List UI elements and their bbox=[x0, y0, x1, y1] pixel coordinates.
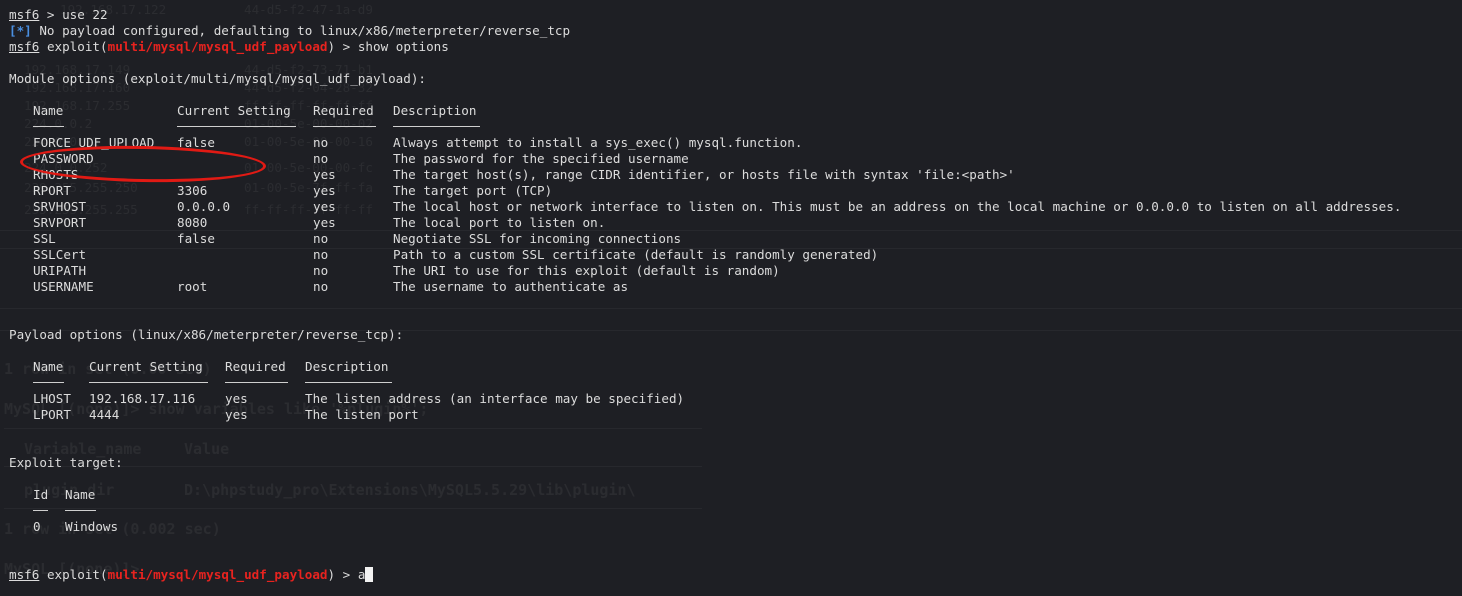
column-header-description: Description bbox=[305, 359, 389, 374]
option-description: The listen port bbox=[305, 407, 419, 422]
column-header-name: Name bbox=[33, 359, 64, 374]
target-id: 0 bbox=[33, 519, 41, 534]
option-required: yes bbox=[313, 183, 336, 198]
exploit-target-heading: Exploit target: bbox=[9, 455, 123, 470]
option-description: Path to a custom SSL certificate (defaul… bbox=[393, 247, 879, 262]
option-required: yes bbox=[225, 407, 248, 422]
option-value: root bbox=[177, 279, 208, 294]
column-header-required: Required bbox=[313, 103, 374, 118]
option-required: no bbox=[313, 151, 329, 166]
option-name: URIPATH bbox=[33, 263, 87, 278]
option-name: SRVPORT bbox=[33, 215, 87, 230]
option-required: yes bbox=[313, 167, 336, 182]
column-header-description: Description bbox=[393, 103, 477, 118]
option-value: 3306 bbox=[177, 183, 208, 198]
option-description: The local host or network interface to l… bbox=[393, 199, 1402, 214]
command-line-show-options: msf6 exploit(multi/mysql/mysql_udf_paylo… bbox=[9, 39, 449, 55]
prompt-module: multi/mysql/mysql_udf_payload bbox=[107, 39, 328, 54]
option-name: SSLCert bbox=[33, 247, 87, 262]
info-marker: [*] bbox=[9, 23, 32, 38]
option-name: RPORT bbox=[33, 183, 71, 198]
column-header-name: Name bbox=[65, 487, 96, 502]
header-underline bbox=[177, 126, 296, 127]
prompt-host: msf6 bbox=[9, 39, 40, 54]
option-required: yes bbox=[225, 391, 248, 406]
header-underline bbox=[65, 510, 96, 511]
header-underline bbox=[313, 126, 376, 127]
prompt-exploit-word: exploit( bbox=[46, 567, 108, 582]
info-line: [*] No payload configured, defaulting to… bbox=[9, 23, 570, 39]
option-description: Negotiate SSL for incoming connections bbox=[393, 231, 682, 246]
option-required: no bbox=[313, 279, 329, 294]
option-required: yes bbox=[313, 199, 336, 214]
prompt-close: ) > bbox=[327, 39, 358, 54]
option-description: The target port (TCP) bbox=[393, 183, 553, 198]
option-description: The password for the specified username bbox=[393, 151, 689, 166]
option-description: The local port to listen on. bbox=[393, 215, 606, 230]
option-description: The target host(s), range CIDR identifie… bbox=[393, 167, 1015, 182]
column-header-required: Required bbox=[225, 359, 286, 374]
command-prompt-line[interactable]: msf6 exploit(multi/mysql/mysql_udf_paylo… bbox=[9, 567, 374, 583]
option-description: The URI to use for this exploit (default… bbox=[393, 263, 780, 278]
option-description: The username to authenticate as bbox=[393, 279, 629, 294]
header-underline bbox=[33, 126, 64, 127]
text-cursor bbox=[365, 567, 374, 582]
option-required: no bbox=[313, 263, 329, 278]
module-options-heading: Module options (exploit/multi/mysql/mysq… bbox=[9, 71, 427, 86]
payload-options-heading: Payload options (linux/x86/meterpreter/r… bbox=[9, 327, 404, 342]
target-name: Windows bbox=[65, 519, 119, 534]
option-value: 8080 bbox=[177, 215, 208, 230]
option-name: SRVHOST bbox=[33, 199, 87, 214]
option-required: no bbox=[313, 135, 329, 150]
header-underline bbox=[33, 382, 64, 383]
header-underline bbox=[305, 382, 392, 383]
header-underline bbox=[225, 382, 288, 383]
header-underline bbox=[89, 382, 208, 383]
option-value: 4444 bbox=[89, 407, 120, 422]
prompt-host: msf6 bbox=[9, 567, 40, 582]
prompt-exploit-word: exploit( bbox=[46, 39, 108, 54]
prompt-host: msf6 bbox=[9, 7, 40, 22]
column-header-id: Id bbox=[33, 487, 49, 502]
column-header-current-setting: Current Setting bbox=[177, 103, 291, 118]
command-input[interactable]: a bbox=[358, 567, 366, 582]
column-header-name: Name bbox=[33, 103, 64, 118]
option-value: 0.0.0.0 bbox=[177, 199, 231, 214]
command-text: use 22 bbox=[62, 7, 108, 22]
option-required: yes bbox=[313, 215, 336, 230]
column-header-current-setting: Current Setting bbox=[89, 359, 203, 374]
option-value: 192.168.17.116 bbox=[89, 391, 196, 406]
header-underline bbox=[33, 510, 48, 511]
header-underline bbox=[393, 126, 480, 127]
prompt-module: multi/mysql/mysql_udf_payload bbox=[107, 567, 328, 582]
prompt-close: ) > bbox=[327, 567, 358, 582]
terminal-output: msf6 > use 22 [*] No payload configured,… bbox=[0, 0, 1462, 596]
option-name: LHOST bbox=[33, 391, 71, 406]
option-required: no bbox=[313, 247, 329, 262]
option-description: Always attempt to install a sys_exec() m… bbox=[393, 135, 803, 150]
command-text: show options bbox=[357, 39, 449, 54]
option-required: no bbox=[313, 231, 329, 246]
option-description: The listen address (an interface may be … bbox=[305, 391, 685, 406]
option-value: false bbox=[177, 231, 215, 246]
option-name: USERNAME bbox=[33, 279, 94, 294]
info-text: No payload configured, defaulting to lin… bbox=[31, 23, 571, 38]
option-name: SSL bbox=[33, 231, 56, 246]
option-name: LPORT bbox=[33, 407, 71, 422]
command-line-use: msf6 > use 22 bbox=[9, 7, 108, 22]
